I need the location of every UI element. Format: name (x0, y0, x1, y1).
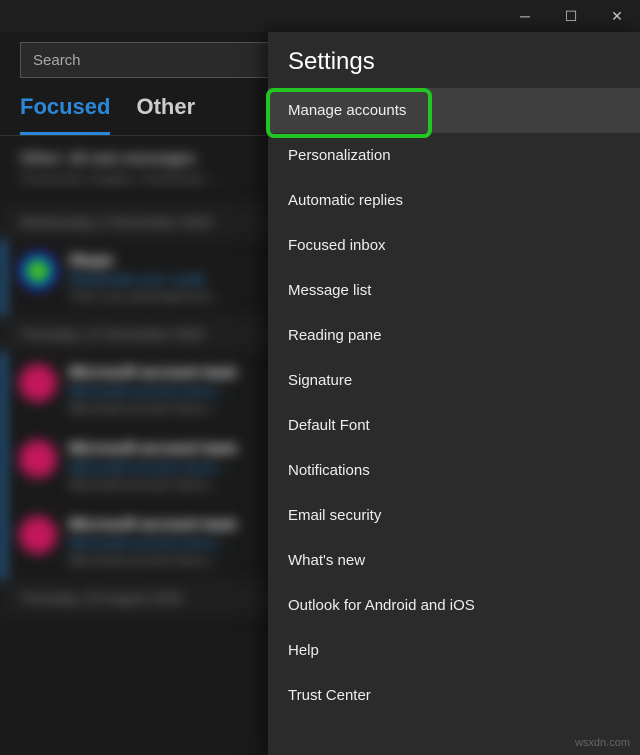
settings-whats-new[interactable]: What's new (268, 538, 640, 583)
settings-title: Settings (268, 32, 640, 88)
settings-message-list[interactable]: Message list (268, 268, 640, 313)
settings-reading-pane[interactable]: Reading pane (268, 313, 640, 358)
avatar (19, 440, 57, 478)
settings-signature[interactable]: Signature (268, 358, 640, 403)
settings-focused-inbox[interactable]: Focused inbox (268, 223, 640, 268)
settings-default-font[interactable]: Default Font (268, 403, 640, 448)
settings-outlook-mobile[interactable]: Outlook for Android and iOS (268, 583, 640, 628)
avatar (19, 516, 57, 554)
settings-notifications[interactable]: Notifications (268, 448, 640, 493)
settings-manage-accounts[interactable]: Manage accounts (268, 88, 640, 133)
close-button[interactable]: ✕ (594, 0, 640, 32)
tab-other[interactable]: Other (136, 94, 195, 135)
settings-trust-center[interactable]: Trust Center (268, 673, 640, 718)
maximize-button[interactable]: ☐ (548, 0, 594, 32)
settings-help[interactable]: Help (268, 628, 640, 673)
settings-automatic-replies[interactable]: Automatic replies (268, 178, 640, 223)
tab-focused[interactable]: Focused (20, 94, 110, 135)
settings-panel: Settings Manage accounts Personalization… (268, 32, 640, 755)
search-placeholder: Search (33, 52, 81, 69)
settings-personalization[interactable]: Personalization (268, 133, 640, 178)
minimize-button[interactable]: ─ (502, 0, 548, 32)
watermark: wsxdn.com (575, 737, 630, 749)
titlebar: ─ ☐ ✕ (0, 0, 640, 32)
avatar (19, 364, 57, 402)
settings-email-security[interactable]: Email security (268, 493, 640, 538)
avatar (19, 252, 57, 290)
